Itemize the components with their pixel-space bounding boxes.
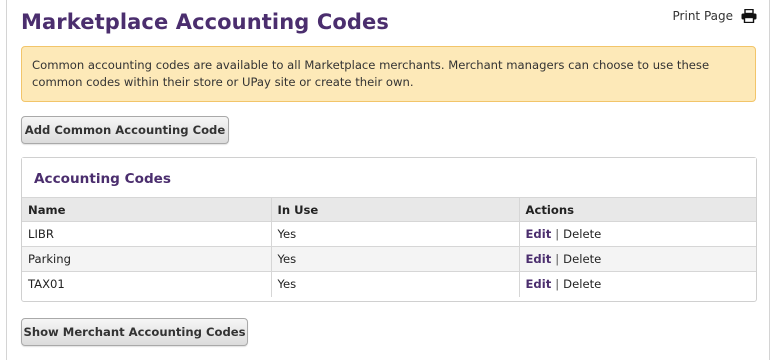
table-row: TAX01 Yes Edit | Delete	[22, 271, 756, 297]
actions-cell: Edit | Delete	[518, 246, 756, 272]
action-separator: |	[555, 227, 560, 241]
code-name-cell: LIBR	[22, 221, 271, 247]
print-page-label: Print Page	[672, 9, 733, 23]
add-common-accounting-code-button[interactable]: Add Common Accounting Code	[21, 116, 229, 144]
column-header-actions: Actions	[518, 197, 756, 222]
show-merchant-accounting-codes-button[interactable]: Show Merchant Accounting Codes	[21, 318, 248, 346]
page-container: Marketplace Accounting Codes Print Page …	[6, 0, 770, 360]
page-title: Marketplace Accounting Codes	[21, 10, 389, 34]
table-header-row: Name In Use Actions	[22, 197, 756, 222]
in-use-cell: Yes	[270, 246, 519, 272]
in-use-cell: Yes	[270, 271, 519, 297]
column-header-name: Name	[22, 197, 271, 222]
table-row: LIBR Yes Edit | Delete	[22, 221, 756, 247]
in-use-cell: Yes	[270, 221, 519, 247]
info-alert-text: Common accounting codes are available to…	[32, 58, 710, 89]
delete-link[interactable]: Delete	[563, 277, 601, 291]
action-separator: |	[555, 277, 560, 292]
actions-cell: Edit | Delete	[518, 271, 756, 297]
code-name-cell: Parking	[22, 246, 271, 272]
delete-link[interactable]: Delete	[563, 227, 601, 241]
printer-icon	[741, 9, 757, 23]
accounting-codes-table: Name In Use Actions LIBR Yes Edit | Delete…	[22, 197, 756, 297]
edit-link[interactable]: Edit	[526, 252, 552, 266]
edit-link[interactable]: Edit	[526, 227, 552, 241]
panel-title: Accounting Codes	[22, 158, 756, 197]
code-name-cell: TAX01	[22, 271, 271, 297]
edit-link[interactable]: Edit	[526, 277, 552, 291]
column-header-in-use: In Use	[270, 197, 519, 222]
delete-link[interactable]: Delete	[563, 252, 601, 266]
accounting-codes-panel: Accounting Codes Name In Use Actions LIB…	[21, 157, 757, 302]
info-alert: Common accounting codes are available to…	[21, 46, 756, 102]
action-separator: |	[555, 252, 560, 266]
print-page-link[interactable]: Print Page	[673, 9, 757, 23]
actions-cell: Edit | Delete	[518, 221, 756, 247]
table-row: Parking Yes Edit | Delete	[22, 246, 756, 272]
